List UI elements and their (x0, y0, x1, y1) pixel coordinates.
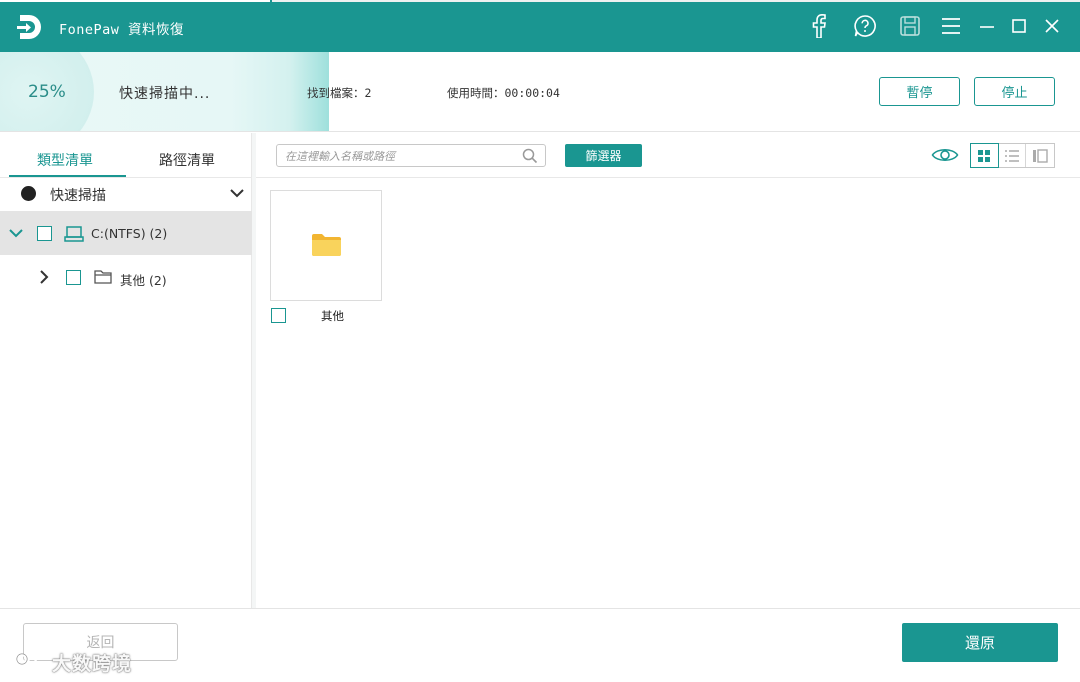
grid-view-button[interactable] (970, 143, 999, 168)
list-view-button[interactable] (999, 144, 1027, 167)
stop-button[interactable]: 停止 (974, 77, 1055, 106)
folder-outline-icon (94, 270, 112, 284)
chevron-right-icon[interactable] (38, 269, 50, 285)
grid-view-icon (978, 149, 991, 162)
help-icon[interactable] (852, 13, 878, 39)
filter-button[interactable]: 篩選器 (565, 144, 642, 167)
search-icon[interactable] (522, 148, 538, 164)
drive-checkbox[interactable] (37, 226, 52, 241)
minimize-icon[interactable] (974, 13, 1000, 39)
progress-percent: 25% (28, 82, 66, 102)
footer: 返回 還原 大数跨境 (0, 608, 1080, 682)
tree-row-drive[interactable]: C:(NTFS) (2) (0, 211, 252, 255)
chevron-down-icon[interactable] (8, 227, 24, 239)
tab-type-list[interactable]: 類型清單 (37, 150, 93, 170)
save-icon[interactable] (897, 13, 923, 39)
file-card[interactable] (270, 190, 382, 301)
quick-scan-label: 快速掃描 (50, 188, 106, 204)
tab-path-list[interactable]: 路徑清單 (159, 150, 215, 170)
tree-row-folder[interactable]: 其他 (2) (0, 255, 252, 299)
watermark-logo-icon (7, 653, 38, 674)
divider (0, 177, 252, 178)
file-grid: 其他 (256, 179, 1080, 608)
file-checkbox[interactable] (271, 308, 286, 323)
folder-checkbox[interactable] (66, 270, 81, 285)
list-view-icon (1005, 149, 1019, 162)
quick-scan-header[interactable]: 快速掃描 (0, 179, 252, 211)
maximize-icon[interactable] (1006, 13, 1032, 39)
app-logo-icon (17, 15, 41, 39)
close-icon[interactable] (1039, 13, 1065, 39)
watermark-text: 大数跨境 (52, 653, 133, 675)
file-name: 其他 (321, 309, 344, 323)
preview-eye-icon[interactable] (931, 146, 959, 164)
folder-icon (312, 234, 341, 256)
restore-button[interactable]: 還原 (902, 623, 1058, 662)
folder-label: 其他 (2) (120, 273, 167, 288)
drive-icon (64, 226, 84, 242)
elapsed-time: 使用時間：00:00:04 (447, 86, 560, 100)
search-box[interactable] (276, 144, 546, 167)
scan-progress-bar: 25% 快速掃描中... 找到檔案：2 使用時間：00:00:04 暫停 停止 (0, 52, 1080, 132)
quick-scan-pie-icon (21, 186, 36, 201)
facebook-icon[interactable] (806, 13, 832, 39)
scan-status-text: 快速掃描中... (119, 86, 211, 102)
detail-view-icon (1033, 148, 1048, 163)
chevron-down-icon[interactable] (229, 187, 245, 199)
detail-view-button[interactable] (1026, 144, 1054, 167)
app-title: FonePaw 資料恢復 (59, 22, 185, 38)
file-toolbar: 篩選器 (256, 133, 1080, 178)
pause-button[interactable]: 暫停 (879, 77, 960, 106)
files-found-count: 找到檔案：2 (307, 86, 372, 100)
search-input[interactable] (285, 148, 515, 164)
view-mode-group (970, 143, 1055, 168)
sidebar: 類型清單 路徑清單 快速掃描 C:(NTFS) (2) 其他 (2) (0, 133, 252, 608)
title-bar: FonePaw 資料恢復 (0, 0, 1080, 52)
menu-icon[interactable] (938, 13, 964, 39)
drive-label: C:(NTFS) (2) (91, 226, 168, 241)
